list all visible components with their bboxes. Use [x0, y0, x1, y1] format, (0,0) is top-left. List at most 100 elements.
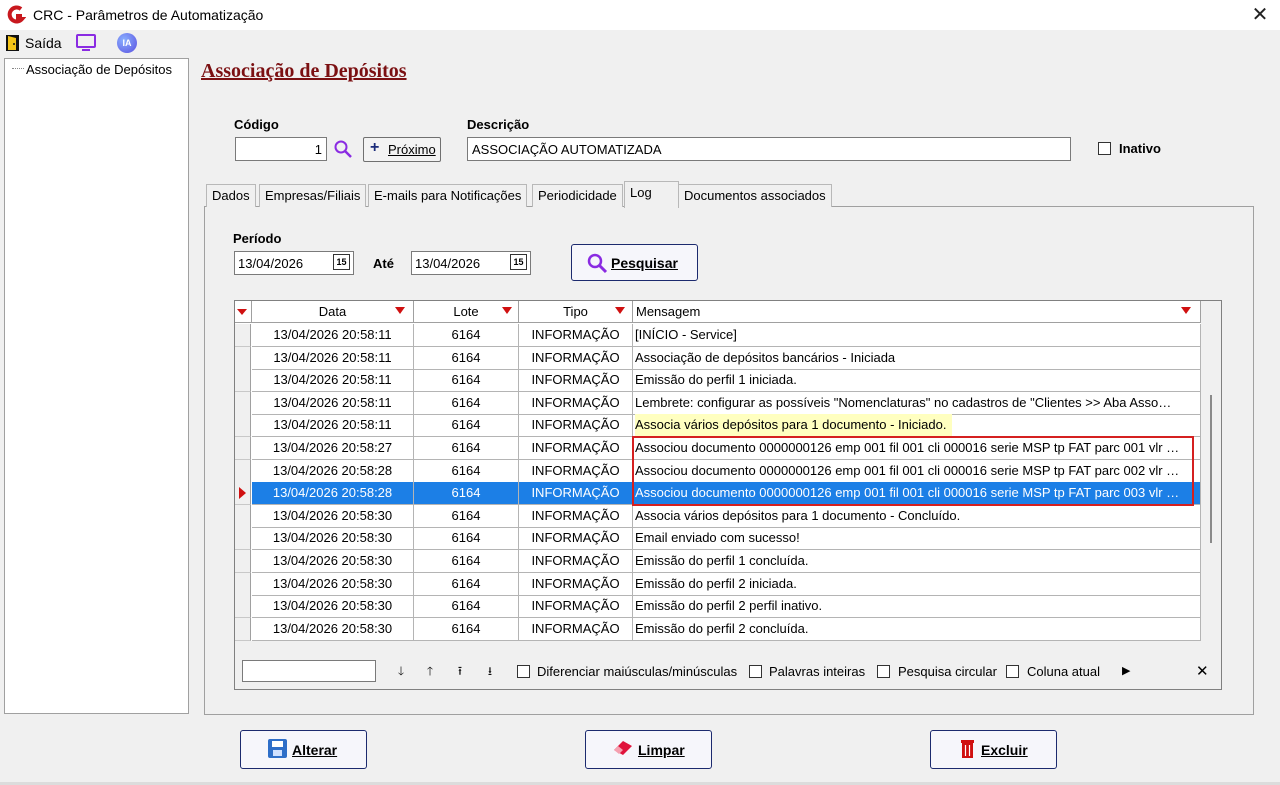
- cell-lote[interactable]: 6164: [414, 618, 519, 641]
- find-last-icon[interactable]: ⭳: [483, 663, 497, 679]
- row-indicator[interactable]: [235, 618, 251, 641]
- cell-tipo[interactable]: INFORMAÇÃO: [519, 414, 633, 437]
- cell-data[interactable]: 13/04/2026 20:58:30: [252, 550, 414, 573]
- row-indicator[interactable]: [235, 324, 251, 347]
- whole-words-checkbox[interactable]: [749, 665, 762, 678]
- cell-data[interactable]: 13/04/2026 20:58:30: [252, 618, 414, 641]
- cell-lote[interactable]: 6164: [414, 505, 519, 528]
- excluir-button-label[interactable]: Excluir: [981, 742, 1028, 758]
- cell-tipo[interactable]: INFORMAÇÃO: [519, 618, 633, 641]
- cell-mensagem[interactable]: Lembrete: configurar as possíveis "Nomen…: [633, 392, 1201, 415]
- close-window-button[interactable]: ✕: [1240, 0, 1280, 30]
- cell-tipo[interactable]: INFORMAÇÃO: [519, 437, 633, 460]
- limpar-button-label[interactable]: Limpar: [638, 742, 685, 758]
- next-button-label[interactable]: Próximo: [388, 142, 436, 157]
- whole-words-label[interactable]: Palavras inteiras: [769, 664, 865, 679]
- tab-documentos-associados[interactable]: Documentos associados: [678, 184, 832, 207]
- cell-data[interactable]: 13/04/2026 20:58:11: [252, 414, 414, 437]
- cell-lote[interactable]: 6164: [414, 460, 519, 483]
- cell-data[interactable]: 13/04/2026 20:58:28: [252, 460, 414, 483]
- case-sensitive-checkbox[interactable]: [517, 665, 530, 678]
- cell-mensagem[interactable]: Emissão do perfil 2 concluída.: [633, 618, 1201, 641]
- exit-door-icon[interactable]: [5, 34, 21, 52]
- exit-button[interactable]: Saída: [25, 35, 62, 51]
- table-row[interactable]: 13/04/2026 20:58:30 6164 INFORMAÇÃO Emissão…: [235, 595, 1201, 618]
- cell-lote[interactable]: 6164: [414, 550, 519, 573]
- tab-log[interactable]: Log: [624, 181, 679, 208]
- table-row[interactable]: 13/04/2026 20:58:30 6164 INFORMAÇÃO Emissão…: [235, 573, 1201, 596]
- ia-assistant-icon[interactable]: IA: [117, 33, 137, 53]
- column-header-data[interactable]: Data: [252, 301, 414, 323]
- cell-data[interactable]: 13/04/2026 20:58:11: [252, 369, 414, 392]
- cell-tipo[interactable]: INFORMAÇÃO: [519, 347, 633, 370]
- cell-lote[interactable]: 6164: [414, 527, 519, 550]
- cell-tipo[interactable]: INFORMAÇÃO: [519, 482, 633, 505]
- table-row[interactable]: 13/04/2026 20:58:30 6164 INFORMAÇÃO Emissão…: [235, 618, 1201, 641]
- cell-mensagem[interactable]: Associa vários depósitos para 1 document…: [633, 505, 1201, 528]
- grid-menu-arrow-icon[interactable]: [237, 309, 247, 315]
- cell-tipo[interactable]: INFORMAÇÃO: [519, 527, 633, 550]
- cell-data[interactable]: 13/04/2026 20:58:11: [252, 392, 414, 415]
- grid-find-input[interactable]: [242, 660, 376, 682]
- cell-mensagem[interactable]: [INÍCIO - Service]: [633, 324, 1201, 347]
- cell-data[interactable]: 13/04/2026 20:58:30: [252, 595, 414, 618]
- case-sensitive-label[interactable]: Diferenciar maiúsculas/minúsculas: [537, 664, 737, 679]
- tab-emails-notificacoes[interactable]: E-mails para Notificações: [368, 184, 528, 207]
- cell-mensagem[interactable]: Emissão do perfil 2 iniciada.: [633, 573, 1201, 596]
- row-indicator[interactable]: [235, 460, 251, 483]
- row-indicator[interactable]: [235, 414, 251, 437]
- codigo-input[interactable]: 1: [235, 137, 327, 161]
- cell-lote[interactable]: 6164: [414, 482, 519, 505]
- cell-mensagem[interactable]: Emissão do perfil 1 iniciada.: [633, 369, 1201, 392]
- row-indicator[interactable]: [235, 392, 251, 415]
- cell-tipo[interactable]: INFORMAÇÃO: [519, 505, 633, 528]
- cell-data[interactable]: 13/04/2026 20:58:11: [252, 347, 414, 370]
- row-indicator[interactable]: [235, 505, 251, 528]
- circular-search-checkbox[interactable]: [877, 665, 890, 678]
- table-row[interactable]: 13/04/2026 20:58:30 6164 INFORMAÇÃO Emissão…: [235, 550, 1201, 573]
- calendar-icon[interactable]: 15: [333, 254, 350, 270]
- cell-lote[interactable]: 6164: [414, 369, 519, 392]
- calendar-icon[interactable]: 15: [510, 254, 527, 270]
- cell-mensagem[interactable]: Email enviado com sucesso!: [633, 527, 1201, 550]
- cell-mensagem[interactable]: Emissão do perfil 1 concluída.: [633, 550, 1201, 573]
- cell-tipo[interactable]: INFORMAÇÃO: [519, 324, 633, 347]
- cell-lote[interactable]: 6164: [414, 595, 519, 618]
- inativo-checkbox[interactable]: [1098, 142, 1111, 155]
- filter-icon[interactable]: [1181, 307, 1191, 314]
- cell-tipo[interactable]: INFORMAÇÃO: [519, 369, 633, 392]
- row-indicator[interactable]: [235, 437, 251, 460]
- table-row[interactable]: 13/04/2026 20:58:11 6164 INFORMAÇÃO Lembret…: [235, 392, 1201, 415]
- circular-search-label[interactable]: Pesquisa circular: [898, 664, 997, 679]
- row-indicator[interactable]: [235, 595, 251, 618]
- row-indicator[interactable]: [235, 369, 251, 392]
- cell-data[interactable]: 13/04/2026 20:58:11: [252, 324, 414, 347]
- tab-periodicidade[interactable]: Periodicidade: [532, 184, 623, 207]
- table-row[interactable]: 13/04/2026 20:58:30 6164 INFORMAÇÃO Associa…: [235, 505, 1201, 528]
- cell-tipo[interactable]: INFORMAÇÃO: [519, 460, 633, 483]
- cell-tipo[interactable]: INFORMAÇÃO: [519, 392, 633, 415]
- tab-dados[interactable]: Dados: [206, 184, 256, 207]
- cell-data[interactable]: 13/04/2026 20:58:30: [252, 527, 414, 550]
- descricao-input[interactable]: ASSOCIAÇÃO AUTOMATIZADA: [467, 137, 1071, 161]
- inativo-label[interactable]: Inativo: [1119, 141, 1161, 156]
- filter-icon[interactable]: [615, 307, 625, 314]
- row-indicator[interactable]: [235, 573, 251, 596]
- filter-icon[interactable]: [395, 307, 405, 314]
- cell-mensagem[interactable]: Associa vários depósitos para 1 document…: [633, 414, 1201, 437]
- vertical-scrollbar[interactable]: [1210, 395, 1212, 543]
- cell-data[interactable]: 13/04/2026 20:58:28: [252, 482, 414, 505]
- more-options-icon[interactable]: ▶: [1122, 664, 1130, 677]
- tab-empresas-filiais[interactable]: Empresas/Filiais: [259, 184, 367, 207]
- cell-data[interactable]: 13/04/2026 20:58:30: [252, 505, 414, 528]
- table-row[interactable]: 13/04/2026 20:58:11 6164 INFORMAÇÃO Associa…: [235, 414, 1201, 437]
- monitor-icon[interactable]: [75, 34, 97, 52]
- find-previous-icon[interactable]: 🡑: [423, 663, 437, 679]
- cell-data[interactable]: 13/04/2026 20:58:27: [252, 437, 414, 460]
- current-column-checkbox[interactable]: [1006, 665, 1019, 678]
- find-first-icon[interactable]: ⭱: [453, 663, 467, 679]
- cell-mensagem[interactable]: Emissão do perfil 2 perfil inativo.: [633, 595, 1201, 618]
- cell-lote[interactable]: 6164: [414, 347, 519, 370]
- row-indicator[interactable]: [235, 347, 251, 370]
- close-find-bar-icon[interactable]: ✕: [1196, 662, 1209, 680]
